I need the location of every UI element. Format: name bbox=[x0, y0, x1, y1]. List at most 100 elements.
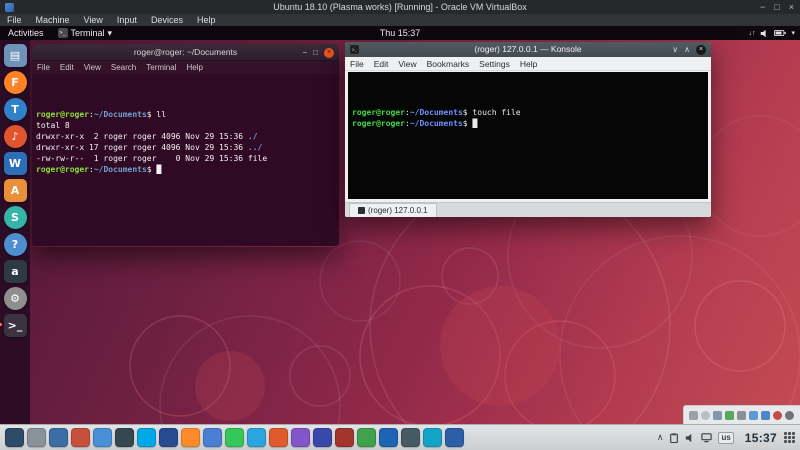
taskbar-app-icon[interactable] bbox=[247, 428, 266, 447]
close-button[interactable]: × bbox=[789, 0, 794, 14]
app-menu-button[interactable]: >_ Terminal ▾ bbox=[52, 28, 119, 39]
gnome-terminal-titlebar[interactable]: roger@roger: ~/Documents − □ × bbox=[32, 44, 339, 61]
terminal-line: roger@roger:~/Documents$ █ bbox=[36, 164, 335, 175]
dock-icon-glyph: F bbox=[11, 77, 19, 88]
recording-icon[interactable] bbox=[773, 411, 782, 420]
maximize-button[interactable]: ∧ bbox=[684, 46, 690, 54]
taskbar-app-icon[interactable] bbox=[137, 428, 156, 447]
system-status-area[interactable]: ↓↑ ▾ bbox=[748, 26, 795, 40]
dock-files[interactable]: ▤ bbox=[4, 44, 27, 67]
close-button[interactable]: × bbox=[324, 48, 334, 58]
taskbar-app-icon[interactable] bbox=[115, 428, 134, 447]
taskbar-app-icon[interactable] bbox=[49, 428, 68, 447]
taskbar-app-icon[interactable] bbox=[71, 428, 90, 447]
taskbar-app-icon[interactable] bbox=[5, 428, 24, 447]
konsole-tab-bar: (roger) 127.0.0.1 bbox=[345, 202, 711, 217]
menubar-item[interactable]: Machine bbox=[29, 14, 77, 26]
minimize-button[interactable]: − bbox=[302, 49, 307, 57]
terminal-text-segment: █ bbox=[472, 119, 477, 128]
menubar-item[interactable]: Bookmarks bbox=[422, 59, 475, 69]
taskbar-app-icon[interactable] bbox=[313, 428, 332, 447]
taskbar-app-icon[interactable] bbox=[203, 428, 222, 447]
minimize-button[interactable]: ∨ bbox=[672, 46, 678, 54]
clipboard-icon[interactable] bbox=[669, 433, 679, 443]
panel-settings-icon[interactable] bbox=[784, 432, 795, 443]
menubar-item[interactable]: Help bbox=[515, 59, 542, 69]
menubar-item[interactable]: View bbox=[77, 14, 110, 26]
window-controls: − □ × bbox=[302, 44, 334, 61]
taskbar-app-icon[interactable] bbox=[401, 428, 420, 447]
usb-icon[interactable] bbox=[737, 411, 746, 420]
volume-icon[interactable] bbox=[685, 433, 695, 443]
taskbar-app-icon[interactable] bbox=[291, 428, 310, 447]
taskbar-app-icon[interactable] bbox=[445, 428, 464, 447]
taskbar-app-icon[interactable] bbox=[379, 428, 398, 447]
terminal-output[interactable]: roger@roger:~/Documents$ touch fileroger… bbox=[348, 72, 708, 199]
mouse-integration-icon[interactable] bbox=[785, 411, 794, 420]
display-icon[interactable] bbox=[761, 411, 770, 420]
dock-thunderbird[interactable]: T bbox=[4, 98, 27, 121]
taskbar-app-icon[interactable] bbox=[159, 428, 178, 447]
menubar-item[interactable]: Devices bbox=[144, 14, 190, 26]
keyboard-layout-indicator[interactable]: us bbox=[718, 432, 733, 444]
taskbar-app-icon[interactable] bbox=[423, 428, 442, 447]
shared-folders-icon[interactable] bbox=[749, 411, 758, 420]
maximize-button[interactable]: □ bbox=[774, 0, 779, 14]
konsole-menubar: FileEditViewBookmarksSettingsHelp bbox=[345, 57, 711, 71]
network-icon[interactable] bbox=[725, 411, 734, 420]
audio-icon[interactable] bbox=[713, 411, 722, 420]
menubar-item[interactable]: View bbox=[79, 63, 106, 72]
terminal-output[interactable]: roger@roger:~/Documents$ lltotal 8drwxr-… bbox=[32, 74, 339, 246]
taskbar-app-icon[interactable] bbox=[269, 428, 288, 447]
dock-rhythmbox[interactable]: ♪ bbox=[4, 125, 27, 148]
clock-button[interactable]: Thu 15:37 bbox=[0, 28, 800, 38]
tray-expander-icon[interactable]: ∧ bbox=[657, 433, 664, 442]
menubar-item[interactable]: Settings bbox=[474, 59, 515, 69]
power-icon bbox=[774, 29, 786, 37]
hdd-icon[interactable] bbox=[689, 411, 698, 420]
menubar-item[interactable]: File bbox=[345, 59, 369, 69]
menubar-item[interactable]: Edit bbox=[55, 63, 79, 72]
taskbar-app-icon[interactable] bbox=[93, 428, 112, 447]
menubar-item[interactable]: File bbox=[32, 63, 55, 72]
konsole-window: >_ (roger) 127.0.0.1 — Konsole ∨ ∧ × Fil… bbox=[345, 42, 711, 217]
menubar-item[interactable]: Help bbox=[190, 14, 223, 26]
taskbar-app-icon[interactable] bbox=[335, 428, 354, 447]
maximize-button[interactable]: □ bbox=[313, 49, 318, 57]
clock[interactable]: 15:37 bbox=[745, 431, 777, 445]
dock-terminal[interactable]: >_ bbox=[4, 314, 27, 337]
minimize-button[interactable]: − bbox=[760, 0, 765, 14]
menubar-item[interactable]: Edit bbox=[369, 59, 394, 69]
konsole-tab[interactable]: (roger) 127.0.0.1 bbox=[349, 203, 437, 217]
activities-button[interactable]: Activities bbox=[0, 26, 52, 40]
dock-settings[interactable]: ⚙ bbox=[4, 287, 27, 310]
gnome-terminal-window: roger@roger: ~/Documents − □ × FileEditV… bbox=[32, 44, 339, 247]
dock-firefox[interactable]: F bbox=[4, 71, 27, 94]
dock-software-updater[interactable]: S bbox=[4, 206, 27, 229]
dock-help[interactable]: ? bbox=[4, 233, 27, 256]
close-button[interactable]: × bbox=[696, 45, 706, 55]
terminal-text-segment: total 8 bbox=[36, 121, 70, 130]
taskbar-app-icon[interactable] bbox=[27, 428, 46, 447]
menubar-item[interactable]: Input bbox=[110, 14, 144, 26]
chevron-down-icon: ▾ bbox=[791, 29, 795, 37]
konsole-titlebar[interactable]: >_ (roger) 127.0.0.1 — Konsole ∨ ∧ × bbox=[345, 42, 711, 57]
dock-libreoffice-writer[interactable]: W bbox=[4, 152, 27, 175]
menubar-item[interactable]: Search bbox=[106, 63, 141, 72]
app-menu-label: Terminal bbox=[71, 28, 105, 38]
terminal-text-segment: drwxr-xr-x 2 roger roger 4096 Nov 29 15:… bbox=[36, 132, 248, 141]
network-icon[interactable] bbox=[701, 433, 712, 443]
taskbar-app-icon[interactable] bbox=[181, 428, 200, 447]
menubar-item[interactable]: Terminal bbox=[141, 63, 181, 72]
terminal-line: total 8 bbox=[36, 120, 335, 131]
taskbar-app-icon[interactable] bbox=[357, 428, 376, 447]
optical-disc-icon[interactable] bbox=[701, 411, 710, 420]
dock-amazon[interactable]: a bbox=[4, 260, 27, 283]
dock-ubuntu-software[interactable]: A bbox=[4, 179, 27, 202]
taskbar-app-icon[interactable] bbox=[225, 428, 244, 447]
menubar-item[interactable]: Help bbox=[181, 63, 207, 72]
menubar-item[interactable]: File bbox=[0, 14, 29, 26]
terminal-text-segment: $ touch file bbox=[463, 108, 521, 117]
terminal-text-segment: █ bbox=[156, 165, 161, 174]
menubar-item[interactable]: View bbox=[393, 59, 421, 69]
